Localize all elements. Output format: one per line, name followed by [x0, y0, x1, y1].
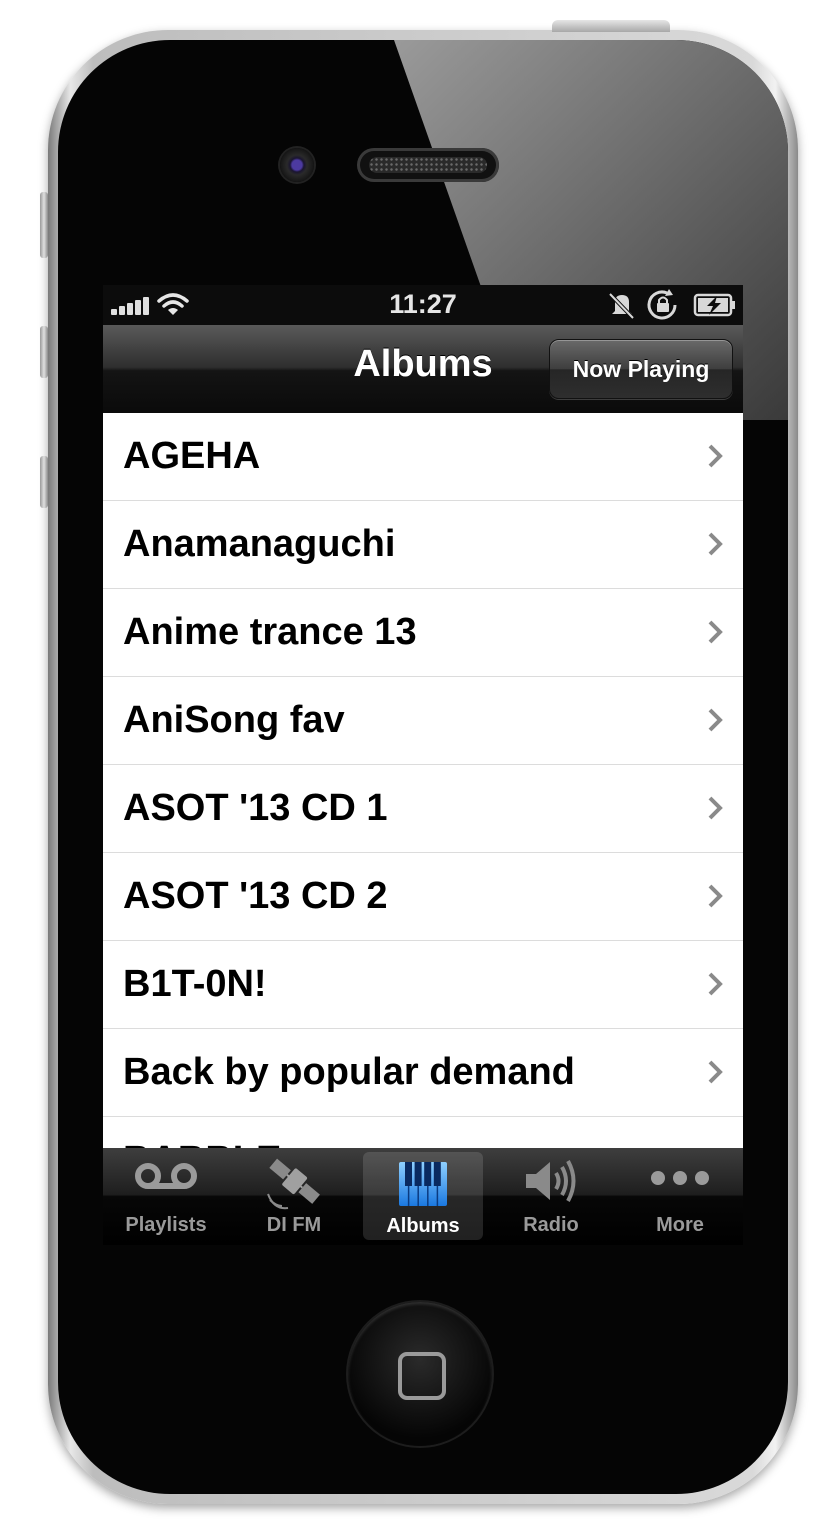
chevron-right-icon [708, 1060, 723, 1084]
tab-playlists[interactable]: Playlists [106, 1148, 226, 1243]
mute-switch [40, 192, 48, 258]
rotation-lock-icon [647, 289, 677, 320]
home-button[interactable] [348, 1302, 492, 1446]
list-item[interactable]: Anime trance 13 [103, 589, 743, 677]
album-title: Anamanaguchi [123, 523, 396, 565]
list-item[interactable]: AniSong fav [103, 677, 743, 765]
list-item[interactable]: B1T-0N! [103, 941, 743, 1029]
tab-radio[interactable]: Radio [491, 1148, 611, 1243]
tab-label: Radio [523, 1214, 579, 1236]
satellite-icon [267, 1158, 320, 1210]
chevron-right-icon [708, 444, 723, 468]
status-bar: 11:27 [103, 285, 743, 325]
album-title: ASOT '13 CD 2 [123, 875, 388, 917]
tab-label: DI FM [266, 1214, 322, 1236]
album-list[interactable]: AGEHA Anamanaguchi Anime trance 13 AniSo… [103, 413, 743, 1148]
status-right-icons [605, 289, 737, 326]
tab-label: Albums [386, 1215, 460, 1237]
mute-icon [608, 292, 635, 320]
tab-bar: Playlists DI FM Albums Radio More [103, 1148, 743, 1245]
album-title: AGEHA [123, 435, 261, 477]
list-item[interactable]: ASOT '13 CD 1 [103, 765, 743, 853]
speaker-icon [526, 1160, 576, 1202]
voicemail-icon [135, 1163, 197, 1189]
navigation-bar: Albums Now Playing [103, 325, 743, 414]
chevron-right-icon [708, 532, 723, 556]
home-square-icon [398, 1352, 446, 1400]
album-title: Back by popular demand [123, 1051, 575, 1093]
piano-keys-icon [399, 1162, 447, 1206]
tab-label: More [656, 1214, 704, 1236]
tab-more[interactable]: More [620, 1148, 740, 1243]
album-title: BABBLE... [123, 1139, 313, 1148]
front-camera [280, 148, 314, 182]
sleep-button [552, 20, 670, 32]
album-title: B1T-0N! [123, 963, 267, 1005]
tab-albums[interactable]: Albums [363, 1152, 483, 1240]
more-dots-icon [651, 1171, 709, 1185]
list-item[interactable]: AGEHA [103, 413, 743, 501]
chevron-right-icon [708, 620, 723, 644]
volume-up-button [40, 326, 48, 378]
volume-down-button [40, 456, 48, 508]
battery-charging-icon [693, 293, 735, 317]
album-title: Anime trance 13 [123, 611, 417, 653]
list-item[interactable]: BABBLE... [103, 1117, 743, 1148]
tab-di-fm[interactable]: DI FM [234, 1148, 354, 1243]
earpiece-speaker [357, 148, 499, 182]
now-playing-button[interactable]: Now Playing [549, 339, 733, 399]
album-title: ASOT '13 CD 1 [123, 787, 388, 829]
list-item[interactable]: Back by popular demand [103, 1029, 743, 1117]
chevron-right-icon [708, 796, 723, 820]
chevron-right-icon [708, 884, 723, 908]
chevron-right-icon [708, 972, 723, 996]
chevron-right-icon [708, 708, 723, 732]
app-screen: 11:27 Albums Now Playing AGEHA Anamanagu… [103, 285, 743, 1245]
album-title: AniSong fav [123, 699, 345, 741]
tab-label: Playlists [125, 1214, 207, 1236]
list-item[interactable]: Anamanaguchi [103, 501, 743, 589]
list-item[interactable]: ASOT '13 CD 2 [103, 853, 743, 941]
